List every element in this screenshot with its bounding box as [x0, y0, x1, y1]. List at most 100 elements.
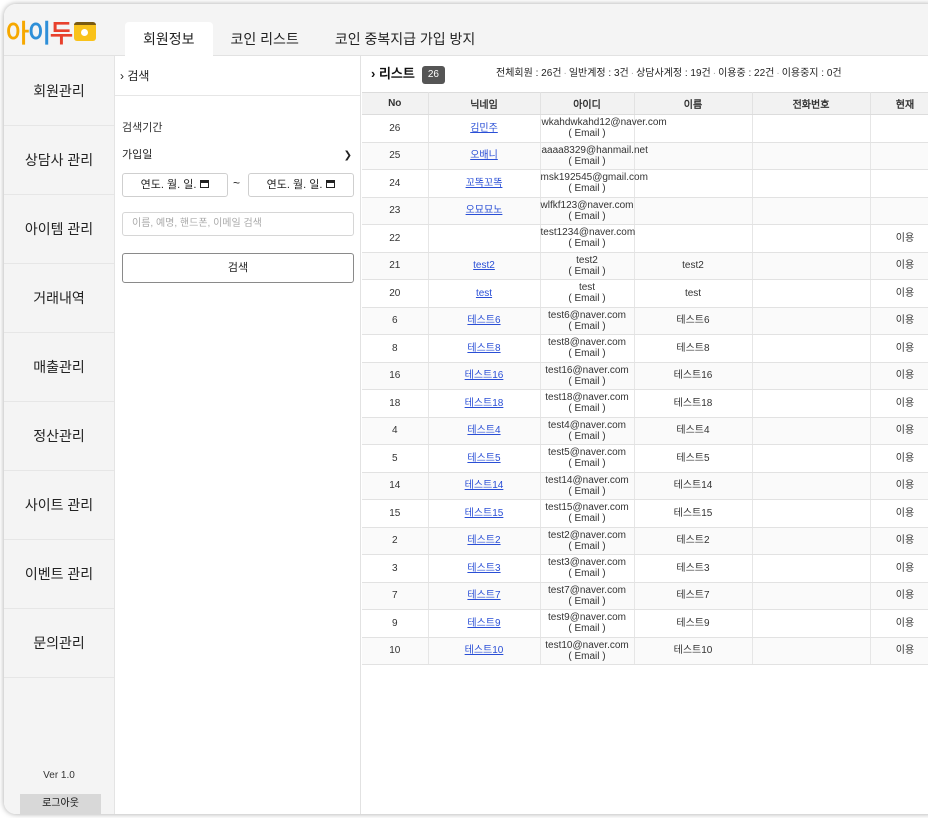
column-header-nickname[interactable]: 닉네임	[428, 92, 541, 115]
nickname-link[interactable]: 테스트16	[465, 370, 504, 381]
cell-nickname[interactable]: 테스트14	[428, 472, 541, 500]
tab-coin-list[interactable]: 코인 리스트	[213, 22, 317, 56]
table-row[interactable]: 18 테스트18 test18@naver.com( Email ) 테스트18 이용	[362, 389, 928, 418]
table-row[interactable]: 10 테스트10 test10@naver.com( Email ) 테스트10 이용	[362, 637, 928, 665]
cell-nickname[interactable]: 테스트9	[428, 609, 541, 638]
sidebar-item-members[interactable]: 회원관리	[4, 56, 114, 126]
nickname-link[interactable]: 테스트14	[465, 480, 504, 491]
column-header-phone[interactable]: 전화번호	[752, 92, 871, 115]
id-type: ( Email )	[568, 485, 606, 497]
table-row[interactable]: 8 테스트8 test8@naver.com( Email ) 테스트8 이용	[362, 334, 928, 363]
table-row[interactable]: 23 오묘묘노 wlfkf123@naver.com( Email )	[362, 197, 928, 225]
nickname-link[interactable]: 테스트2	[467, 535, 500, 546]
column-header-id[interactable]: 아이디	[540, 92, 635, 115]
table-row[interactable]: 24 꼬똑꼬똑 msk192545@gmail.com( Email )	[362, 169, 928, 198]
cell-name: 테스트2	[634, 527, 753, 555]
list-title: › 리스트	[371, 66, 415, 81]
table-row[interactable]: 16 테스트16 test16@naver.com( Email ) 테스트16 이용	[362, 362, 928, 390]
cell-status: 이용	[870, 224, 928, 253]
cell-id: test14@naver.com( Email )	[540, 472, 635, 500]
sidebar-item-sales[interactable]: 매출관리	[4, 333, 114, 402]
cell-nickname[interactable]: 오배니	[428, 142, 541, 170]
tab-member-info[interactable]: 회원정보	[125, 22, 213, 56]
table-row[interactable]: 25 오배니 aaaa8329@hanmail.net( Email )	[362, 142, 928, 170]
cell-nickname[interactable]: test2	[428, 252, 541, 280]
table-row[interactable]: 3 테스트3 test3@naver.com( Email ) 테스트3 이용	[362, 554, 928, 583]
table-row[interactable]: 22 test1234@naver.com( Email ) 이용	[362, 224, 928, 253]
column-header-name[interactable]: 이름	[634, 92, 753, 115]
cell-nickname[interactable]: 테스트3	[428, 554, 541, 583]
calendar-icon[interactable]	[326, 180, 336, 188]
cell-status: 이용	[870, 279, 928, 308]
nickname-link[interactable]: 김민주	[470, 123, 498, 134]
stat-suspended: 이용중지 : 0건	[781, 68, 842, 79]
cell-nickname[interactable]: 테스트5	[428, 444, 541, 473]
cell-nickname[interactable]: 테스트7	[428, 582, 541, 610]
nickname-link[interactable]: 테스트15	[465, 508, 504, 519]
sidebar-item-transactions[interactable]: 거래내역	[4, 264, 114, 333]
cell-nickname[interactable]: 테스트2	[428, 527, 541, 555]
table-row[interactable]: 5 테스트5 test5@naver.com( Email ) 테스트5 이용	[362, 444, 928, 473]
cell-phone	[752, 279, 871, 308]
cell-nickname[interactable]: 꼬똑꼬똑	[428, 169, 541, 198]
table-row[interactable]: 20 test test( Email ) test 이용	[362, 279, 928, 308]
cell-nickname[interactable]: 테스트8	[428, 334, 541, 363]
nickname-link[interactable]: 테스트6	[467, 315, 500, 326]
sidebar-item-items[interactable]: 아이템 관리	[4, 195, 114, 264]
nickname-link[interactable]: 테스트8	[467, 343, 500, 354]
date-to-input[interactable]: 연도. 월. 일.	[248, 173, 354, 197]
logo[interactable]: 아이두	[6, 14, 97, 50]
calendar-icon[interactable]	[200, 180, 210, 188]
table-row[interactable]: 6 테스트6 test6@naver.com( Email ) 테스트6 이용	[362, 307, 928, 335]
table-row[interactable]: 7 테스트7 test7@naver.com( Email ) 테스트7 이용	[362, 582, 928, 610]
cell-nickname[interactable]: test	[428, 279, 541, 308]
sidebar-item-settlement[interactable]: 정산관리	[4, 402, 114, 471]
table-row[interactable]: 4 테스트4 test4@naver.com( Email ) 테스트4 이용	[362, 417, 928, 445]
nickname-link[interactable]: 꼬똑꼬똑	[466, 178, 503, 189]
nickname-link[interactable]: 테스트7	[467, 590, 500, 601]
cell-nickname[interactable]: 테스트4	[428, 417, 541, 445]
table-row[interactable]: 26 김민주 wkahdwkahd12@naver.com( Email )	[362, 114, 928, 143]
cell-nickname[interactable]: 테스트10	[428, 637, 541, 665]
table-row[interactable]: 14 테스트14 test14@naver.com( Email ) 테스트14 이용	[362, 472, 928, 500]
nickname-link[interactable]: 테스트9	[467, 618, 500, 629]
nickname-link[interactable]: 테스트5	[467, 453, 500, 464]
sidebar-item-events[interactable]: 이벤트 관리	[4, 540, 114, 609]
nickname-link[interactable]: test	[476, 288, 492, 299]
nickname-link[interactable]: 테스트4	[467, 425, 500, 436]
tab-duplicate-prevention[interactable]: 코인 중복지급 가입 방지	[317, 22, 493, 56]
keyword-search-input[interactable]: 이름, 예명, 핸드폰, 이메일 검색	[122, 212, 354, 236]
nickname-link[interactable]: 오묘묘노	[466, 205, 503, 216]
nickname-link[interactable]: 테스트18	[465, 398, 504, 409]
cell-nickname[interactable]: 김민주	[428, 114, 541, 143]
nickname-link[interactable]: 테스트3	[467, 563, 500, 574]
cell-id: test10@naver.com( Email )	[540, 637, 635, 665]
sidebar-item-site[interactable]: 사이트 관리	[4, 471, 114, 540]
cell-nickname[interactable]: 테스트18	[428, 389, 541, 418]
nickname-link[interactable]: test2	[473, 260, 495, 271]
table-row[interactable]: 2 테스트2 test2@naver.com( Email ) 테스트2 이용	[362, 527, 928, 555]
period-select[interactable]: 가입일 ❯	[122, 145, 354, 165]
table-row[interactable]: 15 테스트15 test15@naver.com( Email ) 테스트15 이용	[362, 499, 928, 528]
column-header-no[interactable]: No	[362, 92, 429, 115]
cell-nickname[interactable]: 테스트6	[428, 307, 541, 335]
column-header-status[interactable]: 현재	[870, 92, 928, 115]
cell-name: 테스트7	[634, 582, 753, 610]
date-from-input[interactable]: 연도. 월. 일.	[122, 173, 228, 197]
id-type: ( Email )	[568, 348, 606, 360]
sidebar-item-counselors[interactable]: 상담사 관리	[4, 126, 114, 195]
user-id: test15@naver.com	[545, 502, 629, 514]
search-button[interactable]: 검색	[122, 253, 354, 283]
table-row[interactable]: 9 테스트9 test9@naver.com( Email ) 테스트9 이용	[362, 609, 928, 638]
sidebar-item-inquiries[interactable]: 문의관리	[4, 609, 114, 678]
nickname-link[interactable]: 오배니	[470, 150, 498, 161]
nickname-link[interactable]: 테스트10	[465, 645, 504, 656]
cell-nickname[interactable]: 테스트16	[428, 362, 541, 390]
user-id: test7@naver.com	[548, 584, 626, 596]
cell-name: 테스트9	[634, 609, 753, 638]
cell-nickname[interactable]: 오묘묘노	[428, 197, 541, 225]
cell-nickname[interactable]: 테스트15	[428, 499, 541, 528]
logout-button[interactable]: 로그아웃	[20, 794, 101, 814]
table-row[interactable]: 21 test2 test2( Email ) test2 이용	[362, 252, 928, 280]
cell-nickname[interactable]	[428, 224, 541, 253]
